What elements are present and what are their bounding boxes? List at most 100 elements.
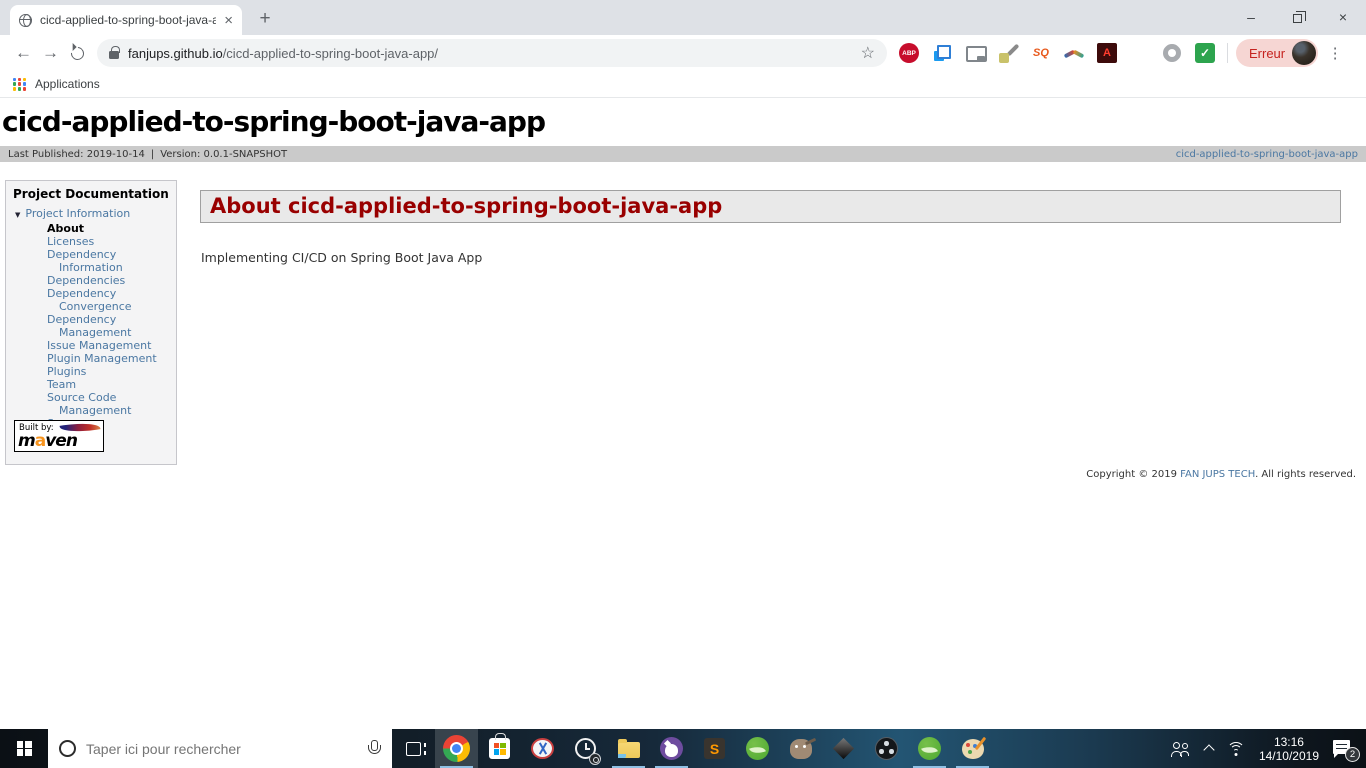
sidebar-item-plugins[interactable]: Plugins <box>47 365 170 378</box>
maven-logo[interactable]: Built by: maven <box>14 420 104 452</box>
taskbar-obs-studio[interactable] <box>865 729 908 768</box>
cast-icon[interactable] <box>965 43 987 63</box>
taskbar-spring-tools[interactable] <box>736 729 779 768</box>
sidebar-items: About Licenses Dependency Information De… <box>12 222 170 430</box>
breadcrumb[interactable]: cicd-applied-to-spring-boot-java-app <box>1176 149 1358 160</box>
nut-icon[interactable] <box>1162 43 1182 63</box>
reload-icon <box>68 43 87 63</box>
apps-grid-icon[interactable] <box>13 77 26 91</box>
applications-bookmark[interactable]: Applications <box>35 77 100 91</box>
window-overlap-icon[interactable] <box>932 43 952 63</box>
task-view-icon <box>406 741 426 756</box>
people-icon[interactable] <box>1170 741 1191 757</box>
url-path: /cicd-applied-to-spring-boot-java-app/ <box>222 45 439 61</box>
taskbar-snipping-tool[interactable] <box>521 729 564 768</box>
version-label: Version: 0.0.1-SNAPSHOT <box>160 148 288 160</box>
seoquake-icon[interactable]: SQ <box>1031 43 1051 63</box>
taskbar-alarms-clock[interactable] <box>564 729 607 768</box>
quiet-hours-badge <box>589 753 601 765</box>
restore-button[interactable] <box>1274 0 1320 34</box>
copyright-footer: Copyright © 2019 FAN JUPS TECH. All righ… <box>1086 469 1356 480</box>
sidebar-item-dependency-management[interactable]: Dependency Management <box>47 313 170 339</box>
taskbar-sublime-text[interactable]: S <box>693 729 736 768</box>
color-grid-icon[interactable] <box>1130 44 1149 63</box>
taskbar-paint[interactable] <box>951 729 994 768</box>
browser-tab[interactable]: cicd-applied-to-spring-boot-java-app × <box>10 5 242 35</box>
sidebar-heading: Project Documentation <box>13 187 169 201</box>
maven-wordmark: maven <box>18 431 78 451</box>
search-input[interactable] <box>86 740 357 757</box>
sidebar-item-source-code-management[interactable]: Source Code Management <box>47 391 170 417</box>
cortana-ring-icon <box>59 740 76 757</box>
chrome-icon <box>443 735 470 762</box>
reload-button[interactable] <box>64 40 91 67</box>
sidebar-group-label[interactable]: Project Information <box>25 207 130 220</box>
taskbar-gimp[interactable] <box>779 729 822 768</box>
address-bar[interactable]: fanjups.github.io/cicd-applied-to-spring… <box>97 39 887 67</box>
chevron-down-icon[interactable]: ▼ <box>15 209 20 222</box>
banner-separator: | <box>150 148 155 160</box>
new-tab-button[interactable]: + <box>252 6 278 32</box>
microsoft-store-icon <box>489 733 510 759</box>
banner-strip: Last Published: 2019-10-14 | Version: 0.… <box>0 146 1366 162</box>
taskbar-inkscape[interactable] <box>822 729 865 768</box>
start-button[interactable] <box>0 729 48 768</box>
tab-close-icon[interactable]: × <box>224 13 233 28</box>
notification-badge: 2 <box>1345 746 1360 762</box>
last-published: Last Published: 2019-10-14 <box>8 148 145 160</box>
taskbar-chrome[interactable] <box>435 729 478 768</box>
sidebar-item-plugin-management[interactable]: Plugin Management <box>47 352 170 365</box>
gimp-icon <box>789 738 812 759</box>
sublime-text-icon: S <box>704 738 725 759</box>
minimize-button[interactable]: – <box>1228 0 1274 34</box>
action-center-button[interactable]: 2 <box>1333 739 1360 762</box>
browser-menu-icon[interactable]: ⋮ <box>1326 44 1344 62</box>
taskbar-file-explorer[interactable] <box>607 729 650 768</box>
system-tray: 13:16 14/10/2019 2 <box>1170 729 1366 768</box>
sidebar-group-project-information[interactable]: ▼ Project Information <box>15 207 170 222</box>
file-explorer-icon <box>617 738 640 758</box>
check-icon[interactable]: ✓ <box>1195 43 1215 63</box>
sidebar-item-licenses[interactable]: Licenses <box>47 235 170 248</box>
chevron-up-icon[interactable] <box>1203 744 1215 756</box>
taskbar-search[interactable] <box>48 729 392 768</box>
github-desktop-icon <box>660 737 683 760</box>
sidebar-item-dependency-information[interactable]: Dependency Information <box>47 248 170 274</box>
extensions-row: ABP SQ A ✓ <box>899 43 1215 63</box>
wifi-icon[interactable] <box>1226 741 1245 756</box>
paint-palette-icon <box>961 738 984 759</box>
sidebar-item-team[interactable]: Team <box>47 378 170 391</box>
sidebar-item-about[interactable]: About <box>47 222 170 235</box>
spring-leaf-icon <box>746 737 769 760</box>
taskbar-github-desktop[interactable] <box>650 729 693 768</box>
tab-title: cicd-applied-to-spring-boot-java-app <box>40 13 217 27</box>
windows-taskbar: S 13:16 14/10/2019 2 <box>0 729 1366 768</box>
back-button[interactable]: ← <box>10 40 37 67</box>
url-text[interactable]: fanjups.github.io/cicd-applied-to-spring… <box>128 46 438 61</box>
snipping-tool-icon <box>531 738 554 759</box>
adblock-icon[interactable]: ABP <box>899 43 919 63</box>
acrobat-icon[interactable]: A <box>1097 43 1117 63</box>
color-picker-icon[interactable] <box>998 43 1018 63</box>
taskbar-spring-tools-2[interactable] <box>908 729 951 768</box>
inkscape-icon <box>832 737 855 760</box>
spring-leaf-icon <box>918 737 941 760</box>
bookmark-star-icon[interactable]: ☆ <box>861 43 875 63</box>
obs-studio-icon <box>875 737 898 760</box>
tray-clock[interactable]: 13:16 14/10/2019 <box>1259 735 1319 763</box>
close-button[interactable]: × <box>1320 0 1366 34</box>
browser-toolbar: ← → fanjups.github.io/cicd-applied-to-sp… <box>0 35 1366 71</box>
profile-chip[interactable]: Erreur <box>1236 39 1319 67</box>
forward-button[interactable]: → <box>37 40 64 67</box>
footer-link[interactable]: FAN JUPS TECH <box>1180 469 1255 480</box>
profile-label: Erreur <box>1249 45 1286 61</box>
task-view-button[interactable] <box>392 729 435 768</box>
lock-icon[interactable] <box>109 46 120 59</box>
taskbar-microsoft-store[interactable] <box>478 729 521 768</box>
sidebar-item-dependencies[interactable]: Dependencies <box>47 274 170 287</box>
sidebar-item-dependency-convergence[interactable]: Dependency Convergence <box>47 287 170 313</box>
boomerang-icon[interactable] <box>1064 43 1084 63</box>
sidebar-item-issue-management[interactable]: Issue Management <box>47 339 170 352</box>
restore-icon <box>1292 10 1306 23</box>
microphone-icon[interactable] <box>367 740 381 757</box>
